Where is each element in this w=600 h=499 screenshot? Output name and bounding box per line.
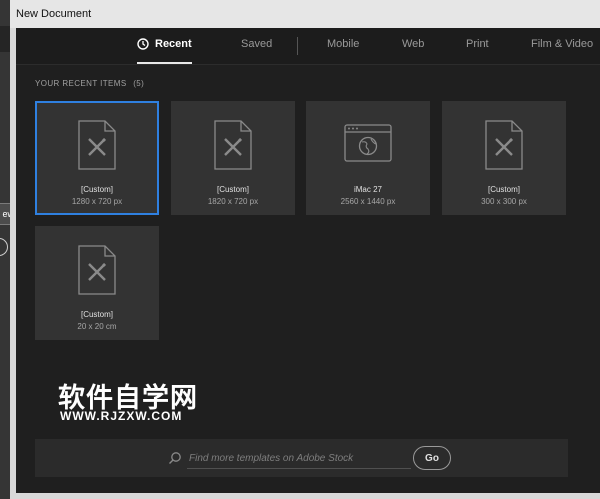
background-round-button[interactable] bbox=[0, 238, 8, 256]
recent-item-size: 20 x 20 cm bbox=[77, 322, 117, 331]
watermark-url: WWW.RJZXW.COM bbox=[60, 409, 183, 423]
new-document-dialog: New Document Recent Saved Mobile Web Pri… bbox=[10, 0, 600, 499]
custom-document-icon bbox=[78, 120, 116, 170]
custom-document-icon bbox=[485, 120, 523, 170]
tab-recent[interactable]: Recent bbox=[137, 38, 192, 64]
recent-item-name: iMac 27 bbox=[353, 185, 382, 194]
recent-item-tile[interactable]: [Custom] 20 x 20 cm bbox=[35, 226, 159, 340]
dialog-title: New Document bbox=[10, 0, 600, 28]
tab-recent-label: Recent bbox=[155, 38, 192, 50]
custom-document-icon bbox=[214, 120, 252, 170]
recent-items-heading: YOUR RECENT ITEMS (5) bbox=[35, 79, 144, 88]
recent-item-size: 300 x 300 px bbox=[481, 197, 527, 206]
stock-search-input[interactable] bbox=[187, 448, 411, 469]
tab-mobile[interactable]: Mobile bbox=[327, 38, 359, 64]
dialog-body: Recent Saved Mobile Web Print Film & Vid… bbox=[16, 28, 600, 493]
go-button[interactable]: Go bbox=[413, 446, 451, 470]
recent-item-name: [Custom] bbox=[80, 310, 113, 319]
recent-item-name: [Custom] bbox=[487, 185, 520, 194]
custom-document-icon bbox=[78, 245, 116, 295]
preset-tabs: Recent Saved Mobile Web Print Film & Vid… bbox=[16, 28, 600, 65]
recent-heading-text: YOUR RECENT ITEMS bbox=[35, 79, 127, 88]
tab-film-video[interactable]: Film & Video bbox=[531, 38, 593, 64]
recent-item-tile[interactable]: [Custom] 300 x 300 px bbox=[442, 101, 566, 215]
adobe-stock-search-bar: Go bbox=[35, 439, 568, 477]
recent-item-size: 1280 x 720 px bbox=[71, 197, 123, 206]
recent-item-name: [Custom] bbox=[216, 185, 249, 194]
recent-item-name: [Custom] bbox=[80, 185, 113, 194]
recent-count: (5) bbox=[133, 79, 145, 88]
web-browser-icon bbox=[344, 124, 392, 162]
tab-saved[interactable]: Saved bbox=[241, 38, 272, 64]
tab-print[interactable]: Print bbox=[466, 38, 489, 64]
recent-item-tile[interactable]: [Custom] 1820 x 720 px bbox=[171, 101, 295, 215]
search-icon bbox=[169, 452, 181, 464]
clock-icon bbox=[137, 38, 149, 50]
recent-item-size: 1820 x 720 px bbox=[207, 197, 259, 206]
tab-web[interactable]: Web bbox=[402, 38, 424, 64]
recent-item-tile[interactable]: [Custom] 1280 x 720 px bbox=[35, 101, 159, 215]
recent-item-size: 2560 x 1440 px bbox=[340, 197, 396, 206]
tab-divider bbox=[297, 37, 298, 55]
recent-item-tile[interactable]: iMac 27 2560 x 1440 px bbox=[306, 101, 430, 215]
